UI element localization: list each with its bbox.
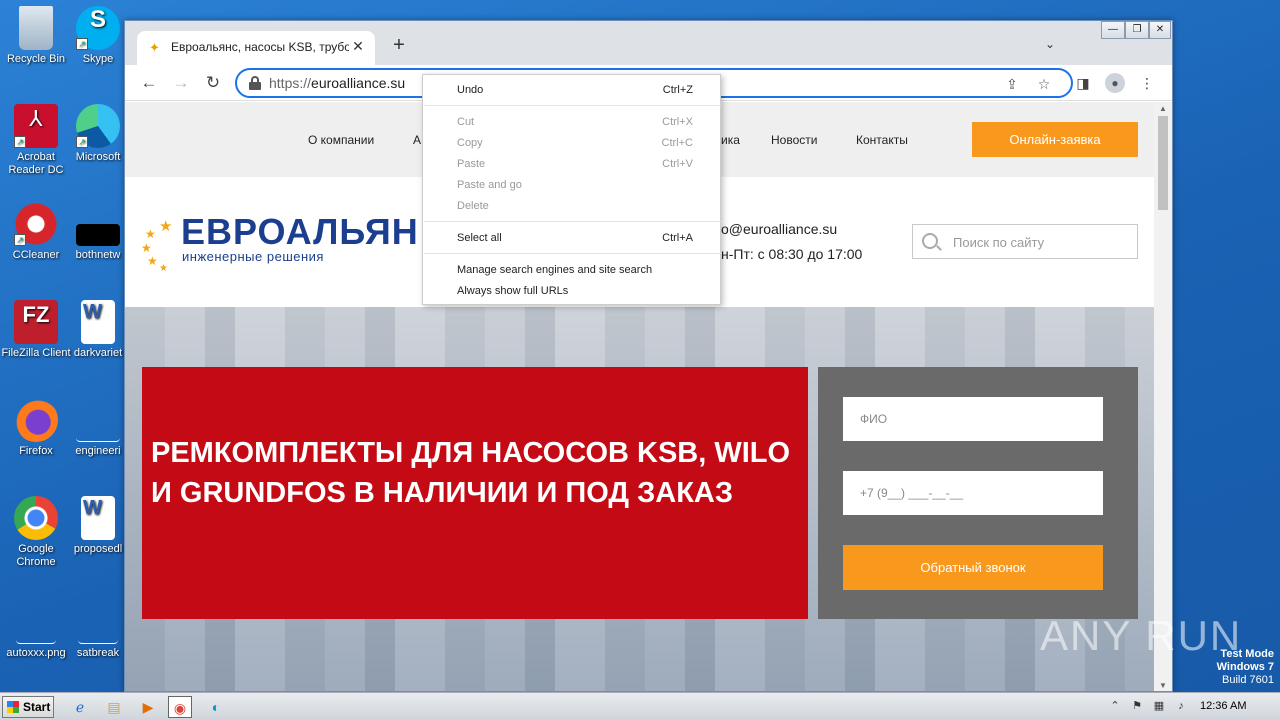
search-icon (922, 233, 938, 249)
logo-stars-icon: ★ ★ ★ ★ ★ (141, 218, 173, 274)
phone-input[interactable]: +7 (9__) ___-__-__ (843, 471, 1103, 515)
page-scrollbar[interactable]: ▲ ▼ (1154, 102, 1172, 691)
logo-tagline: инженерные решения (182, 249, 324, 264)
tray-network-icon[interactable]: ▦ (1152, 699, 1166, 713)
tab-title: Евроальянс, насосы KSB, трубопр (171, 40, 349, 54)
filezilla-icon: FZ (14, 300, 58, 344)
site-search-input[interactable]: Поиск по сайту (912, 224, 1138, 259)
contact-email[interactable]: o@euroalliance.su (721, 221, 837, 237)
nav-link-partial-2[interactable]: ика (721, 133, 740, 147)
site-favicon-icon: ✦ (149, 40, 160, 55)
firefox-icon (14, 398, 58, 442)
menu-item-copy[interactable]: Copy Ctrl+C (423, 133, 720, 154)
taskbar-explorer-icon[interactable]: ▤ (102, 696, 126, 718)
taskbar: Start ℯ ▤ ▶ ◉ ◐ ⌃ ⚑ ▦ ♪ 12:36 AM (0, 692, 1280, 720)
hero-title: РЕМКОМПЛЕКТЫ ДЛЯ НАСОСОВ KSB, WILO И GRU… (151, 437, 791, 509)
recycle-bin-icon (19, 6, 53, 50)
edge-icon: ↗ (76, 104, 120, 148)
menu-item-always-show-full-urls[interactable]: Always show full URLs (423, 281, 720, 302)
minimize-button[interactable]: — (1101, 21, 1125, 39)
scroll-thumb[interactable] (1158, 116, 1168, 210)
taskbar-media-player-icon[interactable]: ▶ (136, 696, 160, 718)
menu-item-paste[interactable]: Paste Ctrl+V (423, 154, 720, 175)
chrome-icon (14, 496, 58, 540)
nav-link-contacts[interactable]: Контакты (856, 133, 908, 147)
taskbar-ie-icon[interactable]: ℯ (68, 696, 92, 718)
menu-item-paste-and-go[interactable]: Paste and go (423, 175, 720, 196)
reload-icon[interactable]: ↻ (201, 71, 225, 95)
menu-item-delete[interactable]: Delete (423, 196, 720, 217)
callback-form: ФИО +7 (9__) ___-__-__ Обратный звонок (818, 367, 1138, 619)
tab-search-chevron-icon[interactable]: ⌄ (1041, 37, 1059, 55)
word-doc-icon: W (81, 496, 115, 540)
hero-title-box: РЕМКОМПЛЕКТЫ ДЛЯ НАСОСОВ KSB, WILO И GRU… (142, 367, 808, 619)
close-window-button[interactable]: ✕ (1149, 21, 1171, 39)
restore-button[interactable]: ❐ (1125, 21, 1149, 39)
file-icon (76, 398, 120, 442)
image-file-icon (16, 620, 56, 644)
side-panel-icon[interactable]: ◨ (1073, 73, 1093, 93)
start-button[interactable]: Start (2, 696, 54, 718)
tab-strip: ✦ Евроальянс, насосы KSB, трубопр ✕ + ⌄ … (125, 21, 1172, 65)
lock-icon[interactable] (249, 76, 261, 90)
profile-avatar-icon[interactable]: ● (1105, 73, 1125, 93)
menu-item-undo[interactable]: Undo Ctrl+Z (423, 80, 720, 101)
bookmark-star-icon[interactable]: ☆ (1035, 75, 1053, 93)
scroll-down-icon[interactable]: ▼ (1158, 681, 1168, 691)
context-menu: Undo Ctrl+Z Cut Ctrl+X Copy Ctrl+C Paste Ctr… (422, 74, 721, 305)
forward-arrow-icon[interactable]: → (169, 71, 193, 95)
callback-button[interactable]: Обратный звонок (843, 545, 1103, 590)
menu-item-select-all[interactable]: Select all Ctrl+A (423, 228, 720, 249)
test-mode-label: Test Mode Windows 7 Build 7601 (1216, 648, 1274, 686)
taskbar-edge-icon[interactable]: ◐ (204, 696, 228, 718)
file-icon (76, 224, 120, 246)
url-text[interactable]: https://euroalliance.su (269, 75, 405, 91)
tab-active[interactable]: ✦ Евроальянс, насосы KSB, трубопр ✕ (137, 31, 375, 65)
menu-kebab-icon[interactable]: ⋮ (1137, 73, 1157, 93)
logo-wordmark[interactable]: ЕВРОАЛЬЯН (181, 211, 419, 253)
windows-flag-icon (7, 701, 19, 713)
menu-item-manage-search-engines[interactable]: Manage search engines and site search (423, 260, 720, 281)
file-icon (78, 620, 118, 644)
word-doc-icon: W (81, 300, 115, 344)
back-arrow-icon[interactable]: ← (137, 71, 161, 95)
nav-link-partial-1[interactable]: А (413, 133, 421, 147)
taskbar-clock[interactable]: 12:36 AM (1200, 700, 1246, 712)
nav-link-news[interactable]: Новости (771, 133, 817, 147)
tray-expand-icon[interactable]: ⌃ (1108, 699, 1122, 713)
tray-flag-icon[interactable]: ⚑ (1130, 699, 1144, 713)
online-order-button[interactable]: Онлайн-заявка (972, 122, 1138, 157)
tray-volume-icon[interactable]: ♪ (1174, 699, 1188, 713)
taskbar-chrome-icon[interactable]: ◉ (168, 696, 192, 718)
acrobat-icon: ⅄ ↗ (14, 104, 58, 148)
tab-close-icon[interactable]: ✕ (349, 37, 367, 55)
site-search-placeholder: Поиск по сайту (953, 235, 1045, 250)
hero-banner: РЕМКОМПЛЕКТЫ ДЛЯ НАСОСОВ KSB, WILO И GRU… (125, 307, 1154, 691)
name-input[interactable]: ФИО (843, 397, 1103, 441)
anyrun-watermark: ANY RUN (1040, 612, 1243, 659)
nav-link-about[interactable]: О компании (308, 133, 374, 147)
new-tab-button[interactable]: + (387, 33, 411, 57)
share-icon[interactable]: ⇪ (1003, 75, 1021, 93)
ccleaner-icon: ↗ (14, 202, 58, 246)
menu-item-cut[interactable]: Cut Ctrl+X (423, 112, 720, 133)
scroll-up-icon[interactable]: ▲ (1158, 104, 1168, 114)
skype-icon: S ↗ (76, 6, 120, 50)
working-hours: н-Пт: с 08:30 до 17:00 (721, 246, 863, 262)
